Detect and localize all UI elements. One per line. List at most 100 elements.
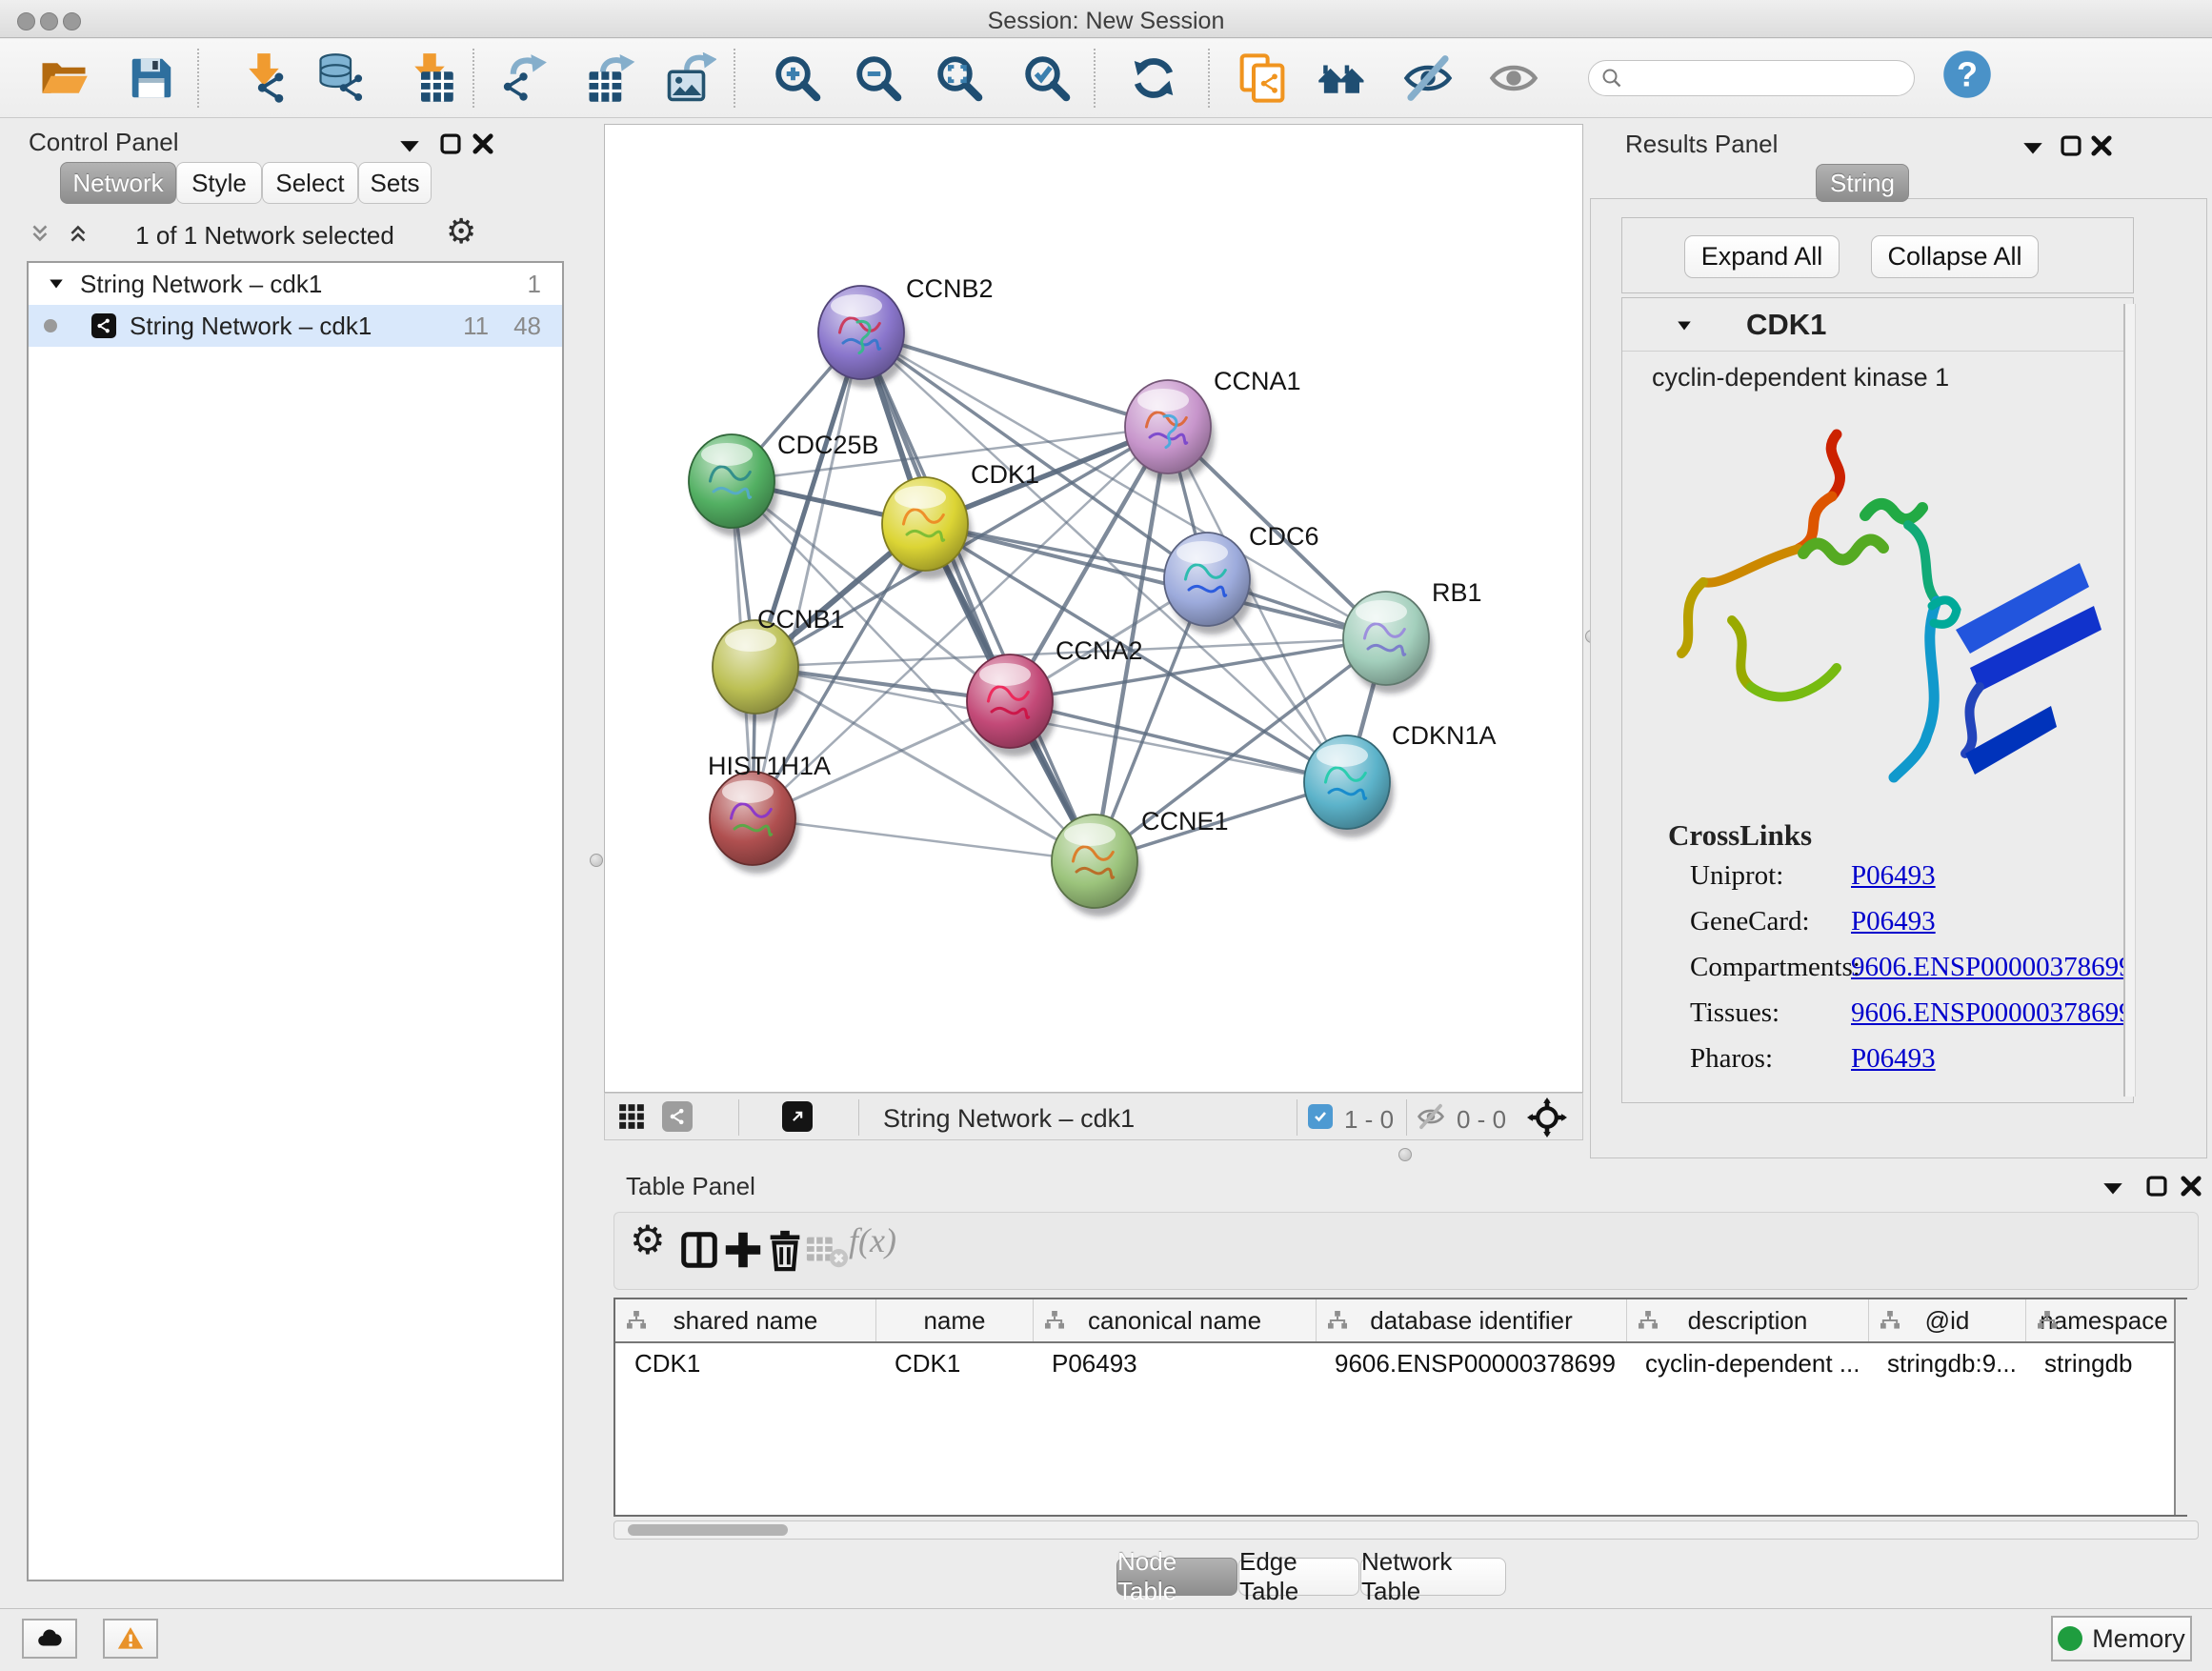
- refresh-view-button[interactable]: [1128, 52, 1179, 104]
- network-edge[interactable]: [753, 818, 1095, 861]
- node-table[interactable]: shared namenamecanonical namedatabase id…: [613, 1298, 2187, 1517]
- network-node-CDC25B[interactable]: [689, 434, 778, 536]
- crosslink-link[interactable]: 9606.ENSP00000378699: [1851, 997, 2133, 1029]
- show-columns-icon[interactable]: [677, 1228, 721, 1272]
- tab-network[interactable]: Network: [60, 162, 176, 204]
- zoom-fit-button[interactable]: [934, 52, 985, 104]
- crosslink-link[interactable]: 9606.ENSP00000378699: [1851, 952, 2133, 983]
- network-view-canvas[interactable]: CCNB2CCNA1CDC25BCDK1CDC6RB1CCNB1CCNA2CDK…: [604, 124, 1583, 1093]
- open-session-button[interactable]: [38, 52, 90, 104]
- memory-button[interactable]: Memory: [2051, 1616, 2192, 1661]
- scrollbar-thumb[interactable]: [628, 1524, 788, 1536]
- table-row[interactable]: CDK1CDK1P064939606.ENSP00000378699cyclin…: [615, 1343, 2185, 1385]
- network-node-CDKN1A[interactable]: [1304, 735, 1394, 837]
- column-header-database-identifier[interactable]: database identifier: [1316, 1299, 1626, 1341]
- save-session-button[interactable]: [126, 52, 177, 104]
- close-panel-icon[interactable]: [2179, 1174, 2203, 1198]
- crosslink-link[interactable]: P06493: [1851, 906, 1936, 937]
- crosslink-link[interactable]: P06493: [1851, 860, 1936, 892]
- column-header-name[interactable]: name: [875, 1299, 1033, 1341]
- table-cell[interactable]: CDK1: [875, 1343, 1033, 1385]
- column-header-canonical-name[interactable]: canonical name: [1033, 1299, 1316, 1341]
- network-row-selected[interactable]: String Network – cdk1 11 48: [29, 305, 562, 347]
- network-from-selection-button[interactable]: [1237, 52, 1288, 104]
- table-cell[interactable]: stringdb:9...: [1868, 1343, 2025, 1385]
- vertical-splitter-handle[interactable]: [590, 854, 603, 867]
- network-collection-row[interactable]: String Network – cdk1 1: [29, 263, 562, 305]
- column-header--id[interactable]: @id: [1868, 1299, 2025, 1341]
- collapse-triangle-icon[interactable]: [48, 275, 65, 292]
- column-header-namespace[interactable]: namespace: [2025, 1299, 2182, 1341]
- export-network-button[interactable]: [499, 52, 551, 104]
- tab-sets[interactable]: Sets: [358, 162, 432, 204]
- string-view-toggle[interactable]: [662, 1101, 693, 1132]
- export-table-button[interactable]: [585, 52, 636, 104]
- table-cell[interactable]: 9606.ENSP00000378699: [1316, 1343, 1626, 1385]
- expand-all-button[interactable]: Expand All: [1684, 235, 1840, 278]
- network-edge[interactable]: [1010, 701, 1347, 782]
- collapse-all-icon[interactable]: [29, 221, 53, 246]
- network-edge[interactable]: [753, 332, 861, 818]
- column-header-shared-name[interactable]: shared name: [615, 1299, 875, 1341]
- network-edge[interactable]: [861, 332, 1095, 861]
- float-panel-icon[interactable]: [438, 131, 463, 156]
- open-in-new-window-button[interactable]: [782, 1101, 813, 1132]
- tab-network-table[interactable]: Network Table: [1360, 1558, 1506, 1596]
- collapse-all-button[interactable]: Collapse All: [1871, 235, 2039, 278]
- network-node-CDK1[interactable]: [882, 477, 972, 579]
- expand-all-icon[interactable]: [67, 221, 91, 246]
- warnings-button[interactable]: [103, 1619, 158, 1659]
- panel-menu-icon[interactable]: [2101, 1176, 2125, 1200]
- zoom-out-button[interactable]: [853, 52, 904, 104]
- delete-column-icon[interactable]: [763, 1228, 807, 1272]
- panel-menu-icon[interactable]: [397, 133, 422, 158]
- table-cell[interactable]: P06493: [1033, 1343, 1316, 1385]
- show-grid-icon[interactable]: [618, 1103, 645, 1135]
- zoom-in-button[interactable]: [772, 52, 823, 104]
- results-scrollbar[interactable]: [2123, 304, 2136, 1097]
- tab-select[interactable]: Select: [262, 162, 358, 204]
- table-cell[interactable]: CDK1: [615, 1343, 875, 1385]
- cloud-button[interactable]: [22, 1619, 77, 1659]
- network-node-CCNE1[interactable]: [1052, 815, 1141, 916]
- first-neighbors-button[interactable]: [1317, 52, 1368, 104]
- network-node-CDC6[interactable]: [1164, 533, 1254, 634]
- entry-header[interactable]: CDK1: [1622, 298, 2133, 352]
- search-input[interactable]: [1623, 65, 1890, 91]
- collapse-triangle-icon[interactable]: [1676, 317, 1693, 334]
- close-panel-icon[interactable]: [2089, 133, 2114, 158]
- help-button[interactable]: ?: [1941, 49, 1993, 100]
- table-settings-gear-icon[interactable]: ⚙: [630, 1217, 674, 1260]
- network-options-gear-icon[interactable]: ⚙: [446, 211, 476, 252]
- export-image-button[interactable]: [665, 52, 716, 104]
- horizontal-splitter-handle[interactable]: [1398, 1148, 1412, 1161]
- search-field[interactable]: [1588, 60, 1915, 96]
- close-panel-icon[interactable]: [471, 131, 495, 156]
- panel-menu-icon[interactable]: [2021, 135, 2045, 160]
- table-cell[interactable]: stringdb: [2025, 1343, 2182, 1385]
- float-panel-icon[interactable]: [2059, 133, 2083, 158]
- import-table-file-button[interactable]: [404, 52, 455, 104]
- tab-node-table[interactable]: Node Table: [1116, 1558, 1237, 1596]
- hidden-eye-slash-icon[interactable]: [1417, 1102, 1445, 1136]
- crosslink-link[interactable]: P06493: [1851, 1043, 1936, 1075]
- tab-style[interactable]: Style: [176, 162, 262, 204]
- tab-string[interactable]: String: [1816, 164, 1909, 202]
- column-header-description[interactable]: description: [1626, 1299, 1868, 1341]
- network-node-CCNB2[interactable]: [818, 286, 908, 388]
- float-panel-icon[interactable]: [2144, 1174, 2169, 1198]
- hide-selection-button[interactable]: [1402, 52, 1454, 104]
- import-network-file-button[interactable]: [238, 52, 290, 104]
- network-node-CCNA1[interactable]: [1125, 380, 1215, 482]
- zoom-selected-button[interactable]: [1021, 52, 1073, 104]
- table-horizontal-scrollbar[interactable]: [613, 1520, 2199, 1540]
- birdseye-navigator-icon[interactable]: [1527, 1097, 1567, 1142]
- create-column-icon[interactable]: [721, 1228, 765, 1272]
- table-vertical-scrollbar[interactable]: [2174, 1299, 2187, 1515]
- table-cell[interactable]: cyclin-dependent ...: [1626, 1343, 1868, 1385]
- import-network-database-button[interactable]: [316, 52, 368, 104]
- selected-checkbox-icon[interactable]: [1308, 1104, 1333, 1129]
- network-node-RB1[interactable]: [1343, 592, 1433, 694]
- show-all-button[interactable]: [1488, 52, 1539, 104]
- tab-edge-table[interactable]: Edge Table: [1238, 1558, 1359, 1596]
